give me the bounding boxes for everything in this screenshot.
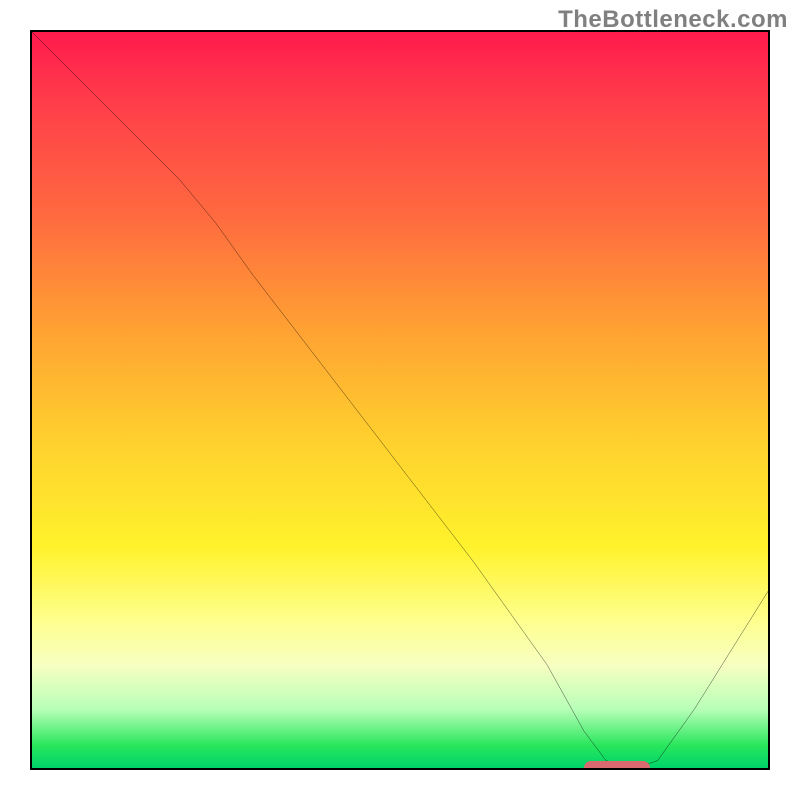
bottleneck-curve (32, 32, 768, 768)
plot-area (30, 30, 770, 770)
curve-path (32, 32, 768, 768)
watermark-text: TheBottleneck.com (558, 6, 788, 34)
optimal-range-marker (584, 761, 650, 770)
